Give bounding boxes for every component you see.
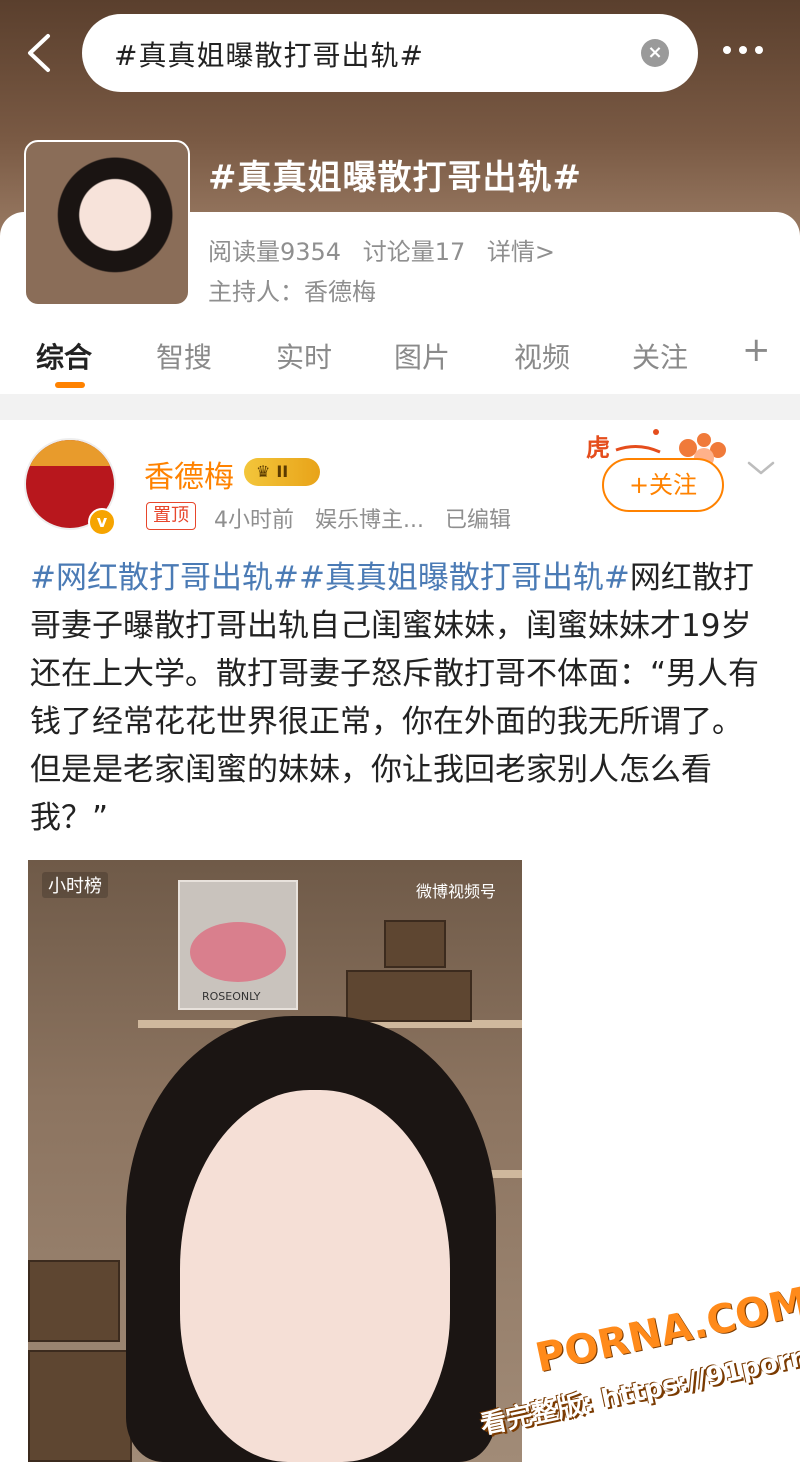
- post-meta: 4小时前 娱乐博主... 已编辑: [214, 502, 525, 534]
- luggage-box: [28, 1260, 120, 1342]
- vip-badge: ♛ II: [244, 458, 320, 486]
- discussion-count: 讨论量17: [362, 238, 466, 266]
- details-link[interactable]: 详情>: [487, 238, 555, 266]
- post-body: 网红散打哥妻子曝散打哥出轨自己闺蜜妹妹，闺蜜妹妹才19岁还在上大学。散打哥妻子怒…: [30, 560, 760, 836]
- hashtag-link[interactable]: #真真姐曝散打哥出轨#: [299, 560, 630, 596]
- active-tab-indicator: [55, 382, 85, 388]
- back-arrow-icon: [28, 34, 50, 72]
- verified-icon: v: [88, 508, 116, 536]
- more-options-button[interactable]: [723, 30, 775, 70]
- pinned-badge: 置顶: [146, 502, 196, 530]
- luggage-box: [346, 970, 472, 1022]
- post-content: #网红散打哥出轨##真真姐曝散打哥出轨#网红散打哥妻子曝散打哥出轨自己闺蜜妹妹，…: [30, 554, 770, 842]
- add-tab-icon[interactable]: +: [742, 330, 771, 370]
- topic-host: 主持人：香德梅: [208, 278, 376, 306]
- tab-following[interactable]: 关注: [632, 336, 688, 376]
- luggage-box: [28, 1350, 132, 1462]
- section-divider: [0, 394, 800, 420]
- author-name[interactable]: 香德梅: [144, 452, 234, 496]
- tab-realtime[interactable]: 实时: [276, 336, 332, 376]
- rose-box: [190, 922, 286, 982]
- chevron-down-icon[interactable]: [746, 458, 776, 478]
- topic-title: #真真姐曝散打哥出轨#: [208, 158, 582, 198]
- clear-icon[interactable]: ×: [641, 39, 669, 67]
- follow-button[interactable]: +关注: [602, 458, 724, 512]
- crown-icon: ♛: [256, 462, 271, 481]
- luggage-box: [384, 920, 446, 968]
- tab-general[interactable]: 综合: [36, 336, 92, 376]
- tab-bar: 综合 智搜 实时 图片 视频 关注 +: [0, 322, 800, 394]
- author-role: 娱乐博主...: [315, 508, 424, 533]
- dot-icon: [755, 46, 763, 54]
- vip-level: II: [276, 462, 289, 481]
- page: #真真姐曝散打哥出轨# × #真真姐曝散打哥出轨# 阅读量9354 讨论量17 …: [0, 0, 800, 1462]
- display-case: ROSEONLY: [178, 880, 298, 1010]
- back-button[interactable]: [18, 28, 62, 78]
- tab-images[interactable]: 图片: [394, 336, 450, 376]
- topic-stats: 阅读量9354 讨论量17 详情>: [208, 232, 569, 267]
- edited-label: 已编辑: [444, 508, 511, 533]
- post-time: 4小时前: [214, 508, 294, 533]
- image-tag: 小时榜: [42, 872, 108, 898]
- read-count: 阅读量9354: [208, 238, 342, 266]
- tab-smart-search[interactable]: 智搜: [156, 336, 212, 376]
- svg-text:虎: 虎: [586, 434, 610, 462]
- search-query-text: #真真姐曝散打哥出轨#: [114, 39, 424, 72]
- brand-label: ROSEONLY: [202, 990, 261, 1003]
- hashtag-link[interactable]: #网红散打哥出轨#: [30, 560, 299, 596]
- dot-icon: [739, 46, 747, 54]
- dot-icon: [723, 46, 731, 54]
- image-watermark: 微博视频号: [416, 882, 497, 901]
- tab-videos[interactable]: 视频: [514, 336, 570, 376]
- search-input[interactable]: #真真姐曝散打哥出轨# ×: [82, 14, 698, 92]
- portrait-face: [180, 1090, 450, 1462]
- topic-avatar: [24, 140, 190, 306]
- tiger-icon: [26, 440, 114, 466]
